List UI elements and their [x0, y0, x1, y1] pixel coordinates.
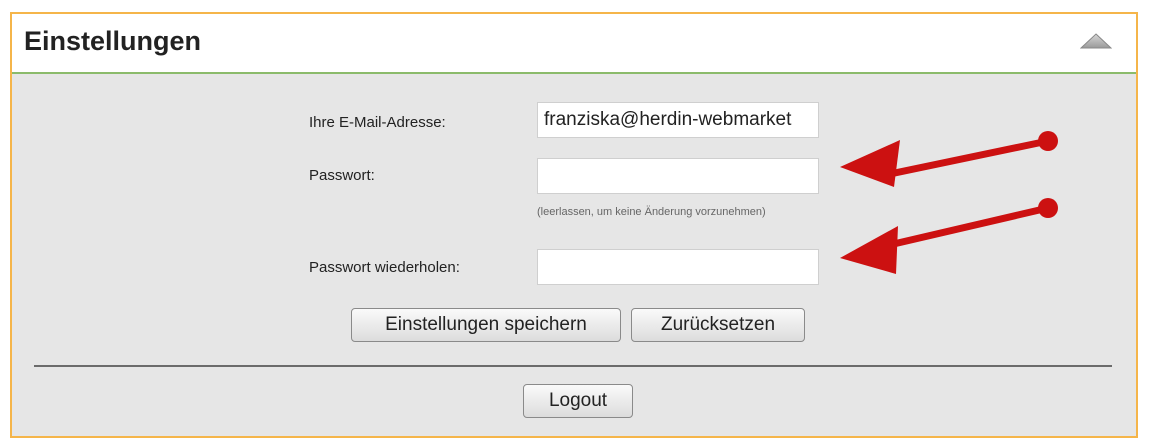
password-repeat-label: Passwort wiederholen: — [309, 259, 460, 276]
triangle-up-icon[interactable] — [1080, 33, 1112, 49]
panel-title: Einstellungen — [24, 26, 202, 56]
email-label: Ihre E-Mail-Adresse: — [309, 114, 446, 131]
settings-panel: Einstellungen Ihre E-Mail-Adresse: Passw… — [10, 12, 1138, 438]
password-hint: (leerlassen, um keine Änderung vorzunehm… — [537, 206, 766, 218]
password-repeat-field[interactable] — [537, 249, 819, 285]
logout-button[interactable]: Logout — [523, 384, 633, 418]
panel-header: Einstellungen — [12, 14, 1136, 74]
password-label: Passwort: — [309, 167, 375, 184]
divider — [34, 365, 1112, 367]
save-settings-button[interactable]: Einstellungen speichern — [351, 308, 621, 342]
password-field[interactable] — [537, 158, 819, 194]
email-field[interactable] — [537, 102, 819, 138]
reset-button[interactable]: Zurücksetzen — [631, 308, 805, 342]
